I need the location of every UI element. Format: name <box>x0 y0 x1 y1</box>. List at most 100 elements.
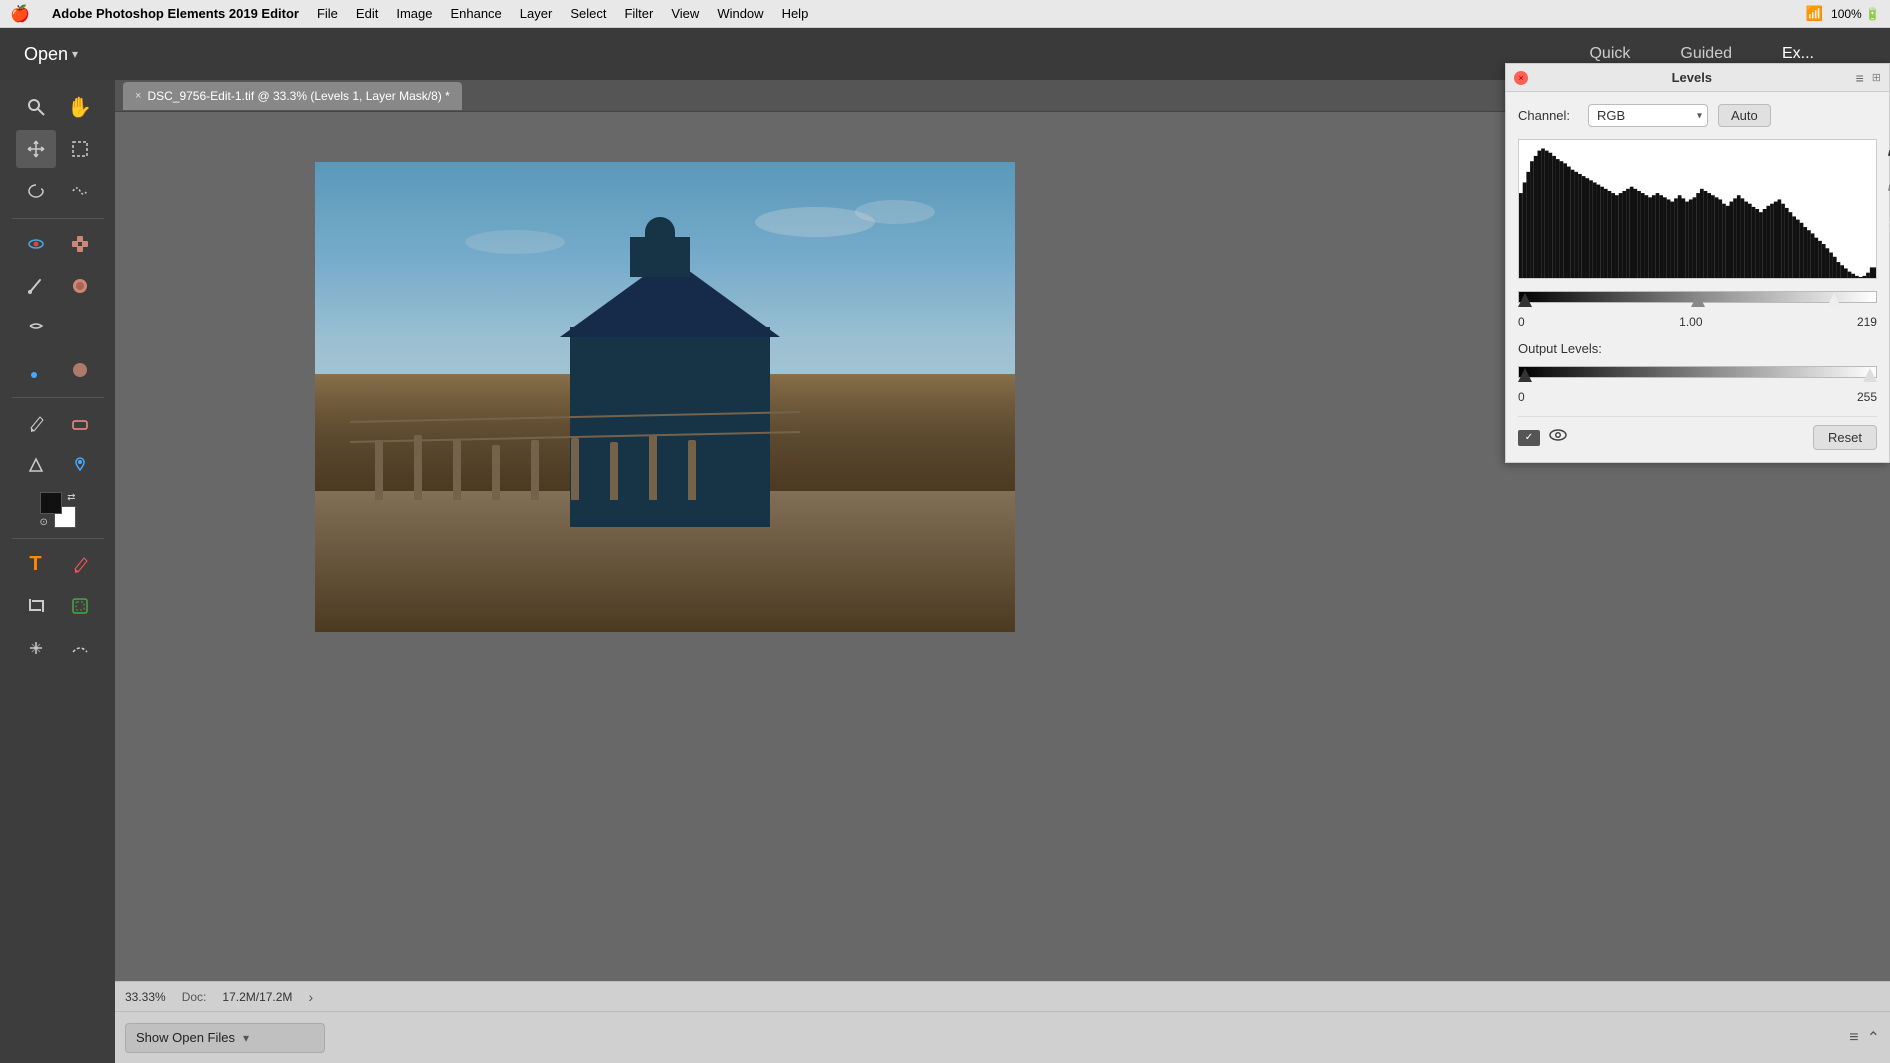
auto-button[interactable]: Auto <box>1718 104 1771 127</box>
tool-row-10: T <box>16 545 100 583</box>
hand-tool[interactable]: ✋ <box>60 88 100 126</box>
reset-button[interactable]: Reset <box>1813 425 1877 450</box>
recompose-tool[interactable] <box>60 587 100 625</box>
pencil-tool[interactable] <box>16 404 56 442</box>
lasso-tool[interactable] <box>16 172 56 210</box>
healing-tool[interactable] <box>60 225 100 263</box>
content-aware-tool[interactable] <box>16 629 56 667</box>
levels-expand-icon[interactable]: ⊞ <box>1872 80 1881 84</box>
menu-image[interactable]: Image <box>396 6 432 21</box>
channel-select[interactable]: RGB Red Green Blue <box>1588 104 1708 127</box>
mid-input-thumb[interactable] <box>1691 293 1705 307</box>
type-tool[interactable]: T <box>16 545 56 583</box>
input-slider-track[interactable] <box>1518 287 1877 307</box>
tool-row-11 <box>16 587 100 625</box>
input-levels-section: 0 1.00 219 <box>1518 287 1877 329</box>
separator-1 <box>12 218 104 219</box>
nav-arrow[interactable]: › <box>308 989 313 1005</box>
levels-bottom-bar: ✓ Reset <box>1518 416 1877 450</box>
straighten-tool[interactable] <box>60 629 100 667</box>
reset-colors-icon[interactable]: ⊙ <box>40 517 48 528</box>
output-black-thumb[interactable] <box>1518 368 1532 382</box>
gradient-tool[interactable] <box>60 309 100 347</box>
pin-tool[interactable] <box>60 446 100 484</box>
levels-close-button[interactable]: × <box>1514 80 1528 85</box>
eye-tool[interactable] <box>16 225 56 263</box>
dropper-tool[interactable] <box>16 351 56 389</box>
red-pen-tool[interactable] <box>60 545 100 583</box>
smudge-tool[interactable] <box>16 309 56 347</box>
move-tool[interactable] <box>16 130 56 168</box>
menu-window[interactable]: Window <box>717 6 763 21</box>
input-mid-value: 1.00 <box>1679 315 1702 329</box>
check-icon: ✓ <box>1525 432 1533 443</box>
tool-row-7 <box>16 351 100 389</box>
fence-post <box>610 442 618 500</box>
output-white-thumb[interactable] <box>1863 368 1877 382</box>
fence-post <box>688 440 696 500</box>
tab-close-button[interactable]: × <box>135 90 141 102</box>
doc-size: 17.2M/17.2M <box>222 990 292 1004</box>
tool-row-1: ✋ <box>16 88 100 126</box>
list-view-icon[interactable]: ≡ <box>1849 1029 1858 1047</box>
black-input-thumb[interactable] <box>1518 293 1532 307</box>
brush-tool[interactable] <box>16 267 56 305</box>
expand-icon[interactable]: ⌃ <box>1867 1028 1880 1048</box>
zoom-display: 33.33% <box>125 990 166 1004</box>
photo <box>315 162 1015 632</box>
separator-2 <box>12 397 104 398</box>
output-slider-track[interactable] <box>1518 362 1877 382</box>
menu-bar: 🍎 Adobe Photoshop Elements 2019 Editor F… <box>0 0 1890 28</box>
tool-row-6 <box>16 309 100 347</box>
levels-eye-button[interactable] <box>1548 427 1568 448</box>
histogram-container <box>1518 139 1877 279</box>
magnetic-lasso-tool[interactable] <box>60 172 100 210</box>
output-black-value: 0 <box>1518 390 1525 404</box>
levels-title: Levels <box>1536 80 1848 85</box>
menu-enhance[interactable]: Enhance <box>450 6 501 21</box>
menu-select[interactable]: Select <box>570 6 606 21</box>
levels-close-icon: × <box>1518 80 1523 83</box>
stamp-tool[interactable] <box>60 267 100 305</box>
menu-help[interactable]: Help <box>782 6 809 21</box>
status-bar: 33.33% Doc: 17.2M/17.2M › <box>115 981 1890 1011</box>
input-values-row: 0 1.00 219 <box>1518 315 1877 329</box>
tool-row-8 <box>16 404 100 442</box>
tool-row-2 <box>16 130 100 168</box>
menubar-right: 📶 100% 🔋 <box>1806 5 1880 22</box>
bottom-right-icons: ≡ ⌃ <box>1849 1028 1880 1048</box>
white-eyedropper-button[interactable] <box>1885 209 1890 234</box>
battery-display: 100% 🔋 <box>1831 7 1880 21</box>
open-button[interactable]: Open ▾ <box>16 40 86 69</box>
eraser-tool[interactable] <box>60 404 100 442</box>
swap-colors-icon[interactable]: ⇄ <box>67 492 75 503</box>
menu-layer[interactable]: Layer <box>520 6 553 21</box>
menu-edit[interactable]: Edit <box>356 6 378 21</box>
levels-menu-icon[interactable]: ≡ <box>1856 80 1864 86</box>
marquee-tool[interactable] <box>60 130 100 168</box>
white-input-thumb[interactable] <box>1827 293 1841 307</box>
levels-body: Channel: RGB Red Green Blue ▾ Auto <box>1506 92 1889 462</box>
output-gradient-bar <box>1518 366 1877 378</box>
menu-file[interactable]: File <box>317 6 338 21</box>
color-picker-tool[interactable] <box>16 446 56 484</box>
apple-menu[interactable]: 🍎 <box>10 4 30 24</box>
menu-view[interactable]: View <box>671 6 699 21</box>
eyedropper-buttons <box>1885 139 1890 234</box>
foreground-color-box[interactable] <box>40 492 62 514</box>
histogram-svg <box>1519 140 1876 278</box>
gray-eyedropper-button[interactable] <box>1885 174 1890 199</box>
app-container: Open ▾ Quick Guided Ex... ✋ <box>0 28 1890 1063</box>
sponge-tool[interactable] <box>60 351 100 389</box>
file-tab[interactable]: × DSC_9756-Edit-1.tif @ 33.3% (Levels 1,… <box>123 82 462 110</box>
black-eyedropper-button[interactable] <box>1885 139 1890 164</box>
crop-tool[interactable] <box>16 587 56 625</box>
menu-filter[interactable]: Filter <box>624 6 653 21</box>
left-toolbar: ✋ <box>0 80 115 1063</box>
content-area: ✋ <box>0 80 1890 1063</box>
show-open-files-button[interactable]: Show Open Files ▾ <box>125 1023 325 1053</box>
fence-post <box>453 440 461 500</box>
open-label: Open <box>24 44 68 65</box>
search-tool[interactable] <box>16 88 56 126</box>
levels-preview-check[interactable]: ✓ <box>1518 430 1540 446</box>
